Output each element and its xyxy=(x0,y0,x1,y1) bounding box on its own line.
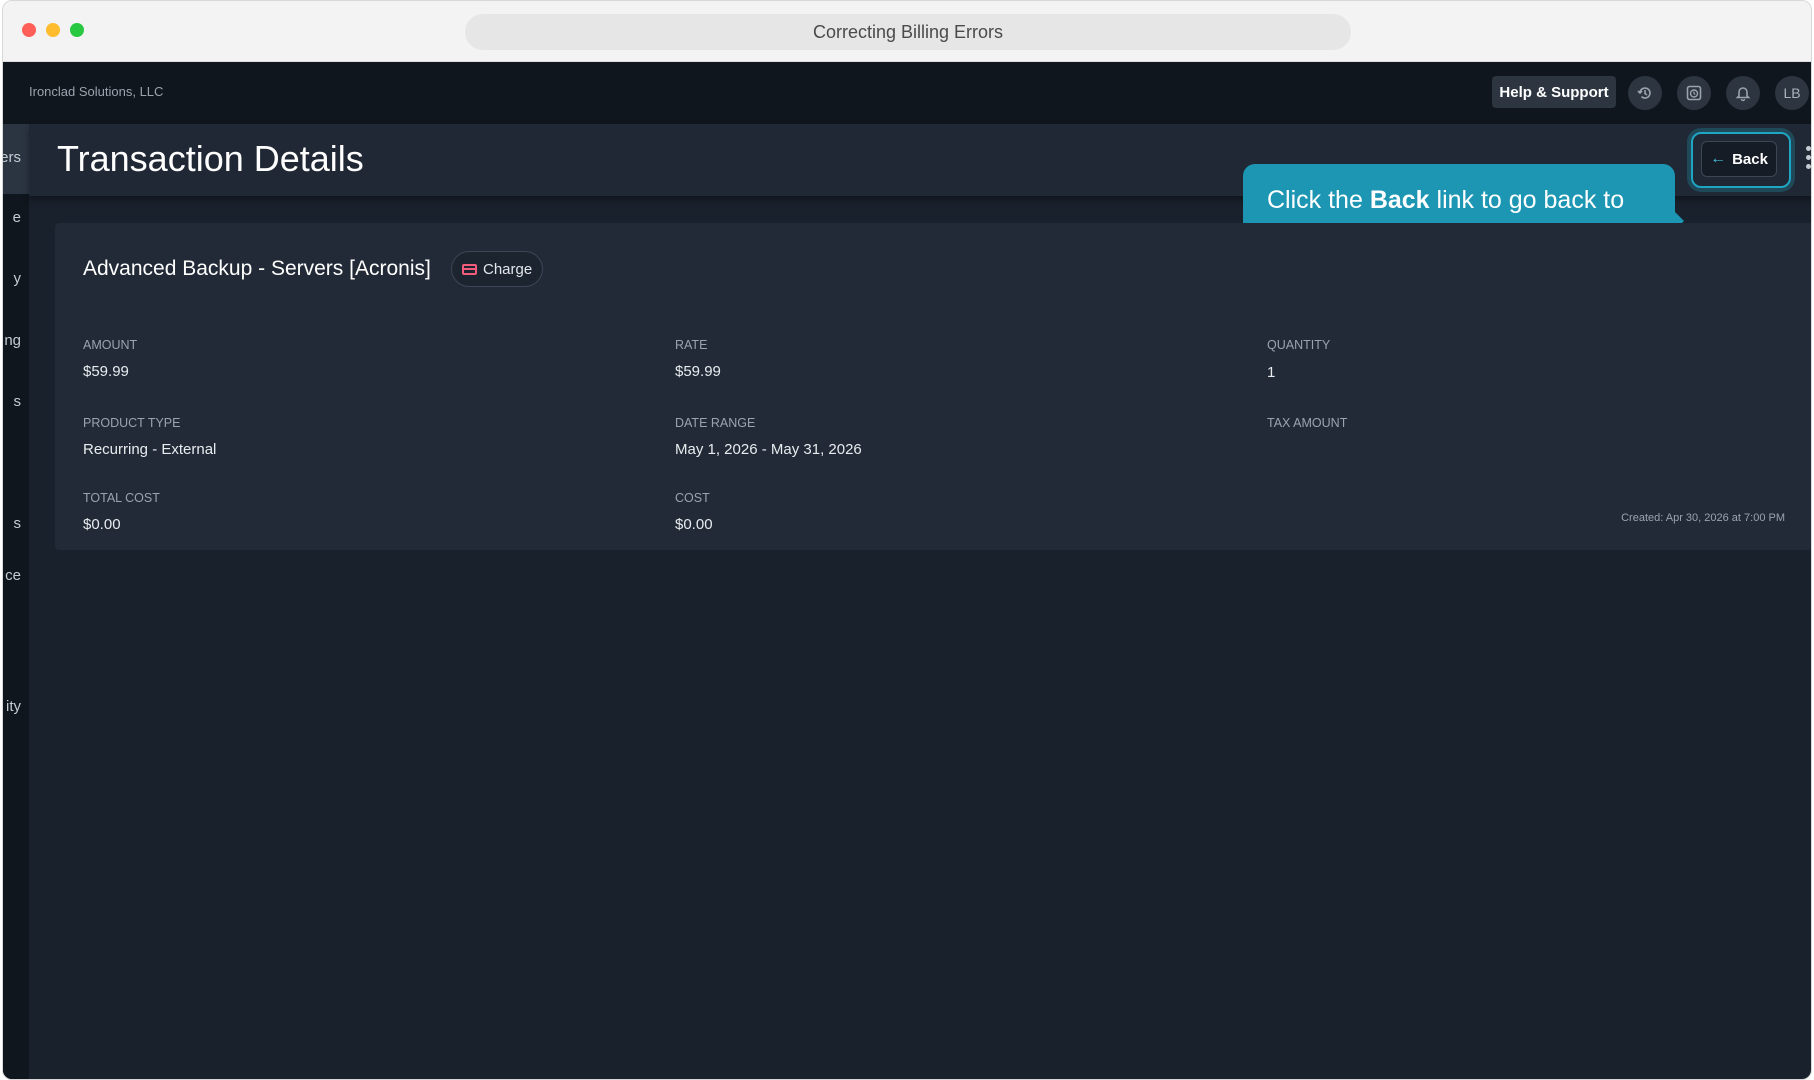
transaction-detail-card: Advanced Backup - Servers [Acronis] Char… xyxy=(55,223,1811,550)
app-content: Ironclad Solutions, LLC Help & Support L… xyxy=(3,62,1811,1079)
timer-icon[interactable] xyxy=(1677,76,1711,110)
sidebar-item-8[interactable]: ity xyxy=(6,698,21,715)
product-type-value: Recurring - External xyxy=(83,441,217,458)
help-support-button[interactable]: Help & Support xyxy=(1492,76,1616,108)
rate-value: $59.99 xyxy=(675,363,721,380)
maximize-window-button[interactable] xyxy=(70,23,84,37)
page-title: Transaction Details xyxy=(57,138,364,179)
date-range-value: May 1, 2026 - May 31, 2026 xyxy=(675,441,862,458)
app-window: Correcting Billing Errors Ironclad Solut… xyxy=(2,0,1812,1080)
amount-value: $59.99 xyxy=(83,363,129,380)
history-icon[interactable] xyxy=(1628,76,1662,110)
cost-label: COST xyxy=(675,491,710,505)
quantity-value: 1 xyxy=(1267,364,1276,381)
created-timestamp: Created: Apr 30, 2026 at 7:00 PM xyxy=(1621,512,1785,524)
sidebar-item-5[interactable]: s xyxy=(14,393,22,410)
sidebar-item-3[interactable]: y xyxy=(14,270,22,287)
product-type-label: PRODUCT TYPE xyxy=(83,416,181,430)
transaction-type-badge: Charge xyxy=(451,251,544,287)
quantity-label: QUANTITY xyxy=(1267,338,1331,352)
rate-label: RATE xyxy=(675,338,708,352)
transaction-name: Advanced Backup - Servers [Acronis] xyxy=(83,257,431,280)
sidebar-item-2[interactable]: e xyxy=(13,209,21,226)
arrow-left-icon: ← xyxy=(1710,150,1727,167)
window-title: Correcting Billing Errors xyxy=(465,14,1351,50)
total-cost-value: $0.00 xyxy=(83,516,121,533)
organization-name: Ironclad Solutions, LLC xyxy=(29,84,164,99)
sidebar-item-7[interactable]: ce xyxy=(5,567,21,584)
sidebar-item-4[interactable]: ng xyxy=(4,332,21,349)
back-button-label: Back xyxy=(1732,150,1768,168)
amount-label: AMOUNT xyxy=(83,338,138,352)
total-cost-label: TOTAL COST xyxy=(83,491,160,505)
title-bar: Correcting Billing Errors xyxy=(3,1,1811,62)
credit-card-icon xyxy=(462,263,477,275)
tooltip-text-prefix: Click the xyxy=(1267,186,1370,214)
top-navigation-bar: Ironclad Solutions, LLC Help & Support L… xyxy=(3,62,1811,124)
minimize-window-button[interactable] xyxy=(46,23,60,37)
sidebar-item-1[interactable]: ers xyxy=(3,149,21,166)
cost-value: $0.00 xyxy=(675,516,713,533)
transaction-type-label: Charge xyxy=(483,260,533,278)
sidebar-item-6[interactable]: s xyxy=(14,515,22,532)
more-options-icon[interactable] xyxy=(1804,146,1811,169)
sidebar: ers e y ng s s ce ity xyxy=(3,124,29,1079)
close-window-button[interactable] xyxy=(22,23,36,37)
back-button[interactable]: ← Back xyxy=(1701,141,1777,177)
user-avatar[interactable]: LB xyxy=(1775,76,1809,110)
bell-icon[interactable] xyxy=(1726,76,1760,110)
date-range-label: DATE RANGE xyxy=(675,416,756,430)
tax-amount-label: TAX AMOUNT xyxy=(1267,416,1348,430)
tooltip-text-bold: Back xyxy=(1369,186,1430,214)
